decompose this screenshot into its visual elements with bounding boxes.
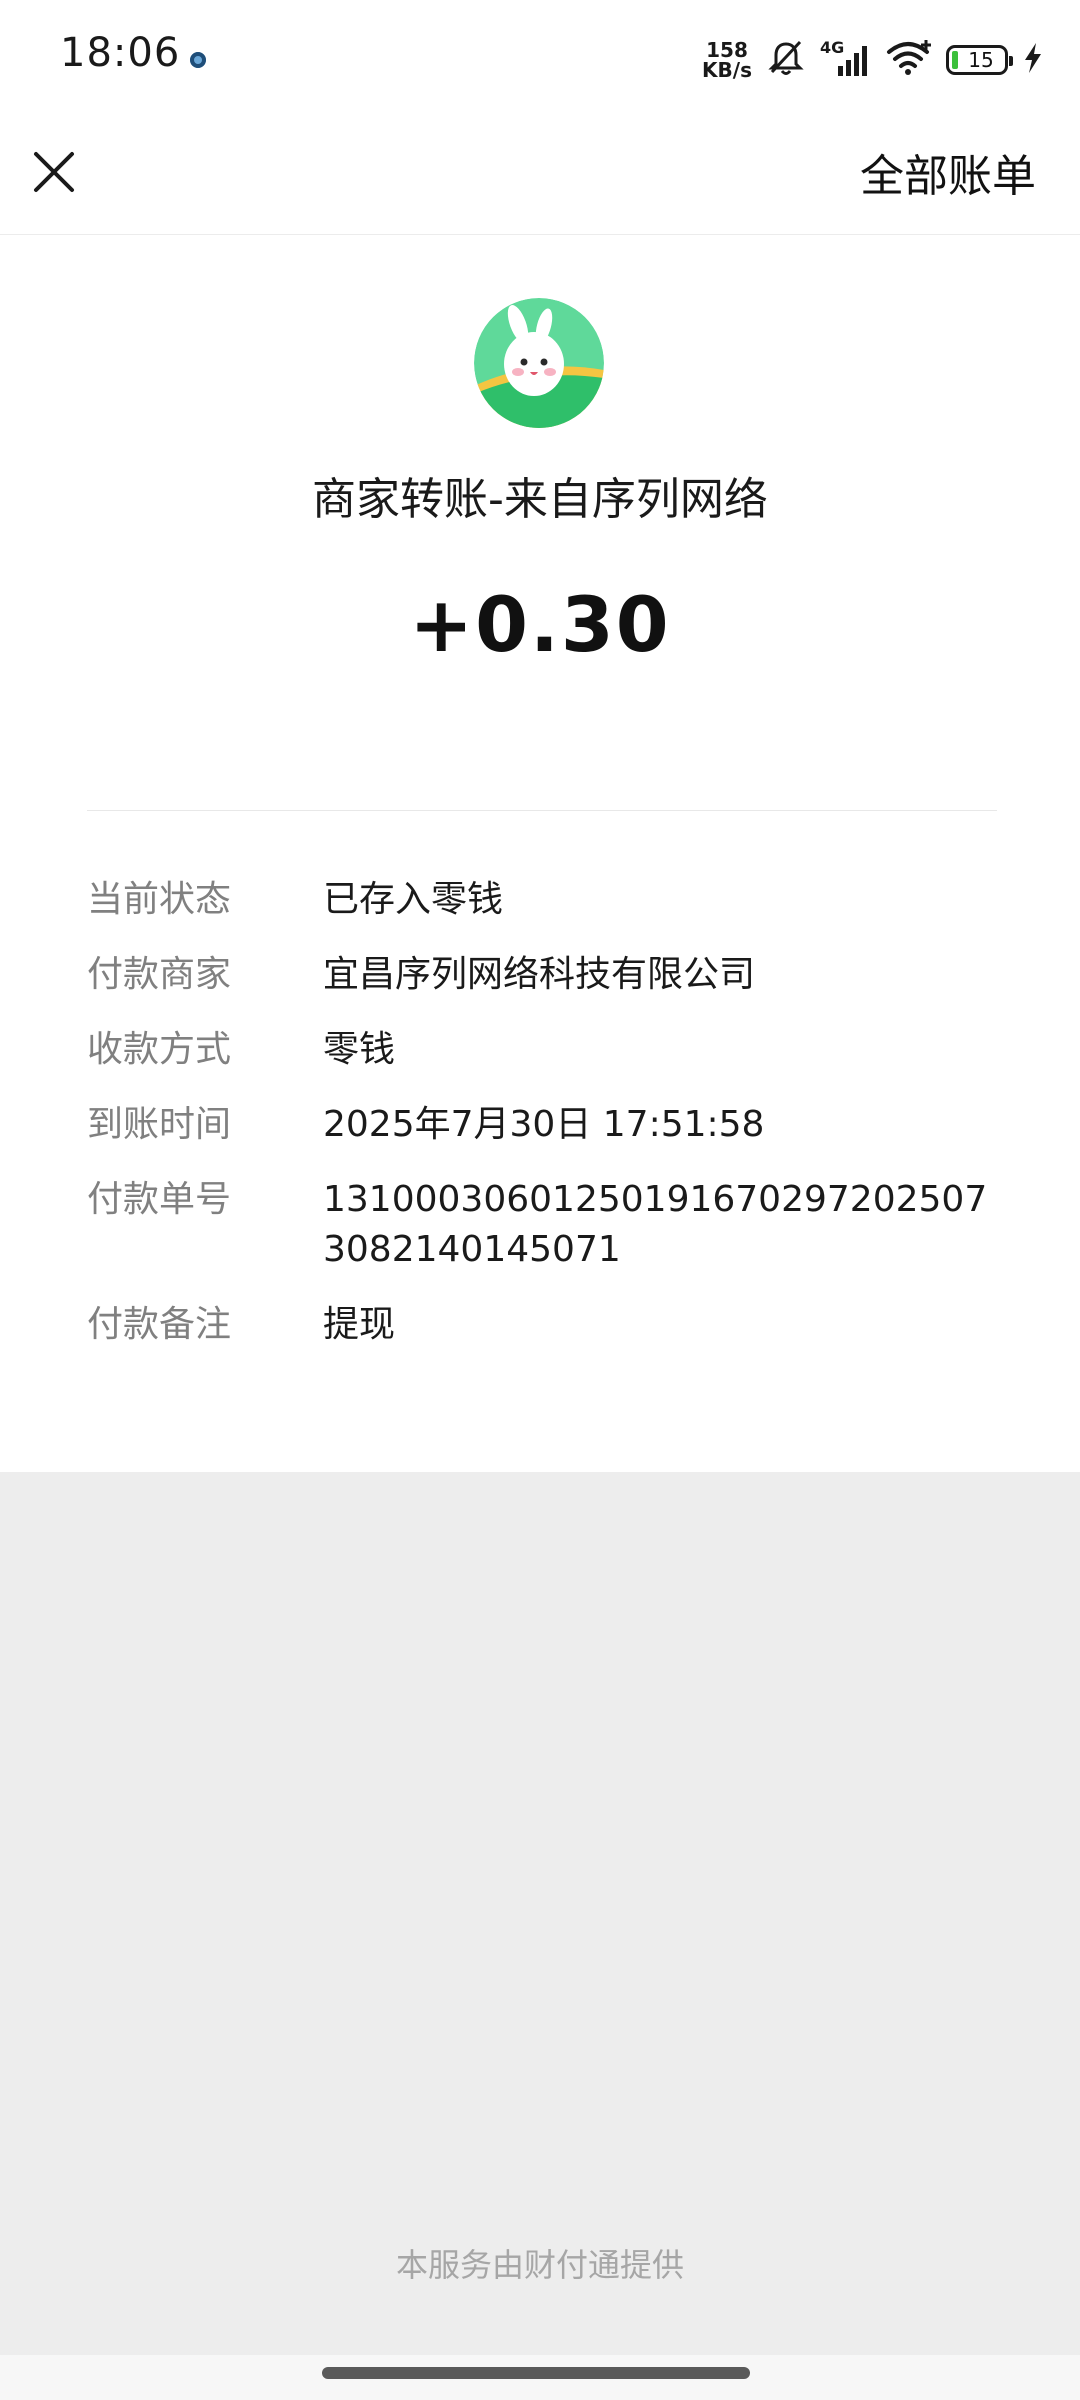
camera-dot-icon [190, 52, 206, 68]
detail-value: 零钱 [323, 1029, 396, 1070]
transaction-amount: +0.30 [409, 580, 671, 669]
service-provider-text: 本服务由财付通提供 [395, 2246, 684, 2284]
network-speed: 158 KB/s [702, 40, 752, 80]
detail-label: 到账时间 [87, 1104, 232, 1145]
detail-row-remark: 付款备注 提现 [87, 1300, 1007, 1350]
status-icons: 158 KB/s 4G 15 [702, 30, 1044, 90]
detail-label: 付款单号 [87, 1179, 232, 1220]
wifi-icon [886, 38, 932, 82]
detail-value: 2025年7月30日 17:51:58 [323, 1104, 765, 1145]
battery-cap [1009, 56, 1013, 66]
bell-off-icon [766, 38, 806, 82]
signal-icon: 4G [820, 38, 872, 80]
detail-row-status: 当前状态 已存入零钱 [87, 875, 1007, 925]
merchant-avatar-icon [474, 298, 604, 428]
charging-bolt-icon [1022, 41, 1044, 79]
transaction-title: 商家转账-来自序列网络 [312, 474, 768, 525]
detail-label: 付款商家 [87, 954, 232, 995]
network-speed-value: 158 [706, 38, 748, 62]
home-indicator[interactable] [322, 2367, 750, 2379]
battery-level: 15 [968, 48, 994, 72]
detail-list: 当前状态 已存入零钱 付款商家 宜昌序列网络科技有限公司 收款方式 零钱 到账时… [87, 875, 1007, 1375]
detail-row-merchant: 付款商家 宜昌序列网络科技有限公司 [87, 950, 1007, 1000]
all-bills-button[interactable]: 全部账单 [860, 140, 1036, 204]
detail-value: 宜昌序列网络科技有限公司 [323, 954, 756, 995]
divider [87, 810, 997, 811]
detail-value: 已存入零钱 [323, 879, 504, 920]
detail-row-method: 收款方式 零钱 [87, 1025, 1007, 1075]
detail-row-time: 到账时间 2025年7月30日 17:51:58 [87, 1100, 1007, 1150]
detail-label: 付款备注 [87, 1304, 232, 1345]
transaction-card: 商家转账-来自序列网络 +0.30 当前状态 已存入零钱 付款商家 宜昌序列网络… [0, 235, 1080, 1472]
detail-value: 提现 [323, 1304, 396, 1345]
detail-value: 1310003060125019167029720250730821401450… [323, 1179, 988, 1270]
status-time: 18:06 [60, 30, 181, 76]
nav-bar: 全部账单 [0, 120, 1080, 235]
detail-label: 收款方式 [87, 1029, 232, 1070]
status-bar: 18:06 158 KB/s 4G 15 [0, 0, 1080, 120]
close-button[interactable] [24, 142, 84, 202]
detail-label: 当前状态 [87, 879, 232, 920]
battery-fill [952, 51, 958, 69]
close-icon [34, 152, 74, 192]
detail-row-order-number: 付款单号 13100030601250191670297202507308214… [87, 1175, 1007, 1275]
network-speed-unit: KB/s [702, 58, 752, 82]
battery-icon: 15 [946, 45, 1013, 75]
